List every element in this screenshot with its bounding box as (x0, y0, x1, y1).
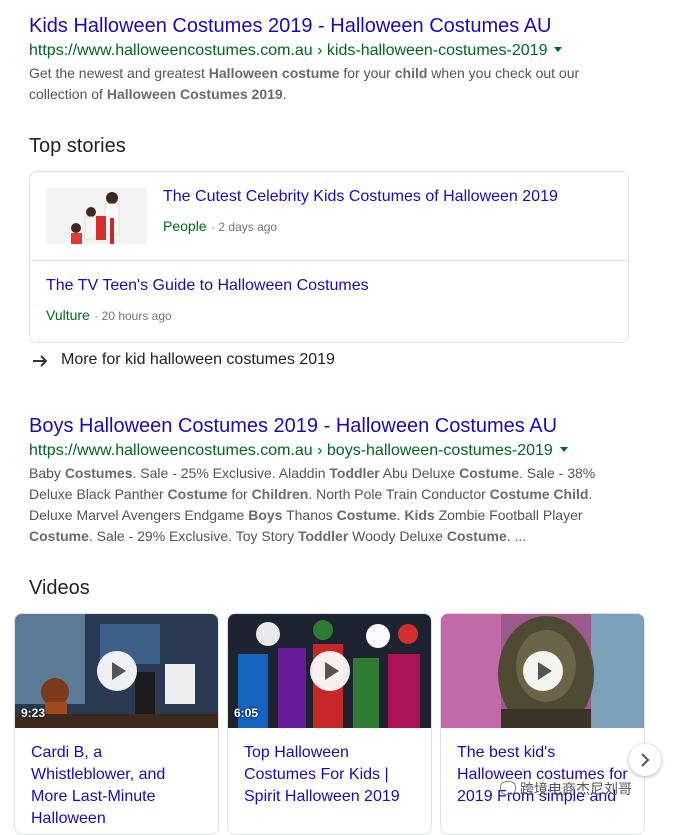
result-url-text[interactable]: https://www.halloweencostumes.com.au › b… (29, 442, 553, 459)
video-thumbnail[interactable] (441, 614, 644, 728)
more-stories-label[interactable]: More for kid halloween costumes 2019 (61, 351, 335, 369)
dropdown-caret-icon[interactable] (554, 47, 563, 52)
play-icon[interactable] (96, 651, 137, 691)
result-snippet: Baby Costumes. Sale - 25% Exclusive. Ala… (29, 465, 596, 544)
video-thumbnail[interactable]: 6:05 (228, 614, 431, 728)
chevron-right-icon (641, 753, 650, 767)
play-icon[interactable] (522, 651, 563, 691)
wechat-icon (500, 781, 516, 795)
result-url-text[interactable]: https://www.halloweencostumes.com.au › k… (29, 42, 547, 59)
dropdown-caret-icon[interactable] (559, 447, 568, 452)
arrow-right-icon (33, 355, 48, 367)
story-separator: · (94, 309, 102, 323)
result-title[interactable]: Kids Halloween Costumes 2019 - Halloween… (29, 14, 551, 38)
result-url[interactable]: https://www.halloweencostumes.com.au › b… (29, 441, 568, 461)
video-title[interactable]: Top Halloween Costumes For Kids | Spirit… (228, 728, 431, 808)
result-url[interactable]: https://www.halloweencostumes.com.au › k… (29, 41, 563, 61)
story-source: Vulture (46, 307, 90, 323)
story-time: 2 days ago (218, 220, 278, 234)
story-title[interactable]: The Cutest Celebrity Kids Costumes of Ha… (163, 186, 558, 208)
video-card[interactable]: 6:05 Top Halloween Costumes For Kids | S… (227, 613, 432, 835)
story-meta: People · 2 days ago (163, 218, 277, 236)
story-source: People (163, 218, 207, 234)
video-card[interactable]: 9:23 Cardi B, a Whistleblower, and More … (14, 613, 219, 835)
divider (30, 260, 628, 261)
result-snippet: Get the newest and greatest Halloween co… (29, 65, 580, 102)
watermark: 跨境电商杰尼刘哥 (500, 779, 632, 799)
result-title[interactable]: Boys Halloween Costumes 2019 - Halloween… (29, 414, 557, 438)
play-icon[interactable] (309, 651, 350, 691)
section-heading-videos: Videos (29, 577, 90, 599)
video-title[interactable]: Cardi B, a Whistleblower, and More Last-… (15, 728, 218, 830)
story-time: 20 hours ago (101, 309, 172, 323)
video-duration: 9:23 (21, 706, 46, 720)
video-card[interactable]: The best kid's Halloween costumes for 20… (440, 613, 645, 835)
video-thumbnail[interactable]: 9:23 (15, 614, 218, 728)
story-thumbnail[interactable] (46, 188, 147, 244)
carousel-next-button[interactable] (629, 744, 661, 776)
story-meta: Vulture · 20 hours ago (46, 307, 172, 325)
story-title[interactable]: The TV Teen's Guide to Halloween Costume… (46, 275, 369, 297)
section-heading-top-stories: Top stories (29, 135, 126, 157)
watermark-text: 跨境电商杰尼刘哥 (520, 781, 632, 797)
top-stories-card: The Cutest Celebrity Kids Costumes of Ha… (29, 171, 629, 343)
video-duration: 6:05 (234, 706, 259, 720)
